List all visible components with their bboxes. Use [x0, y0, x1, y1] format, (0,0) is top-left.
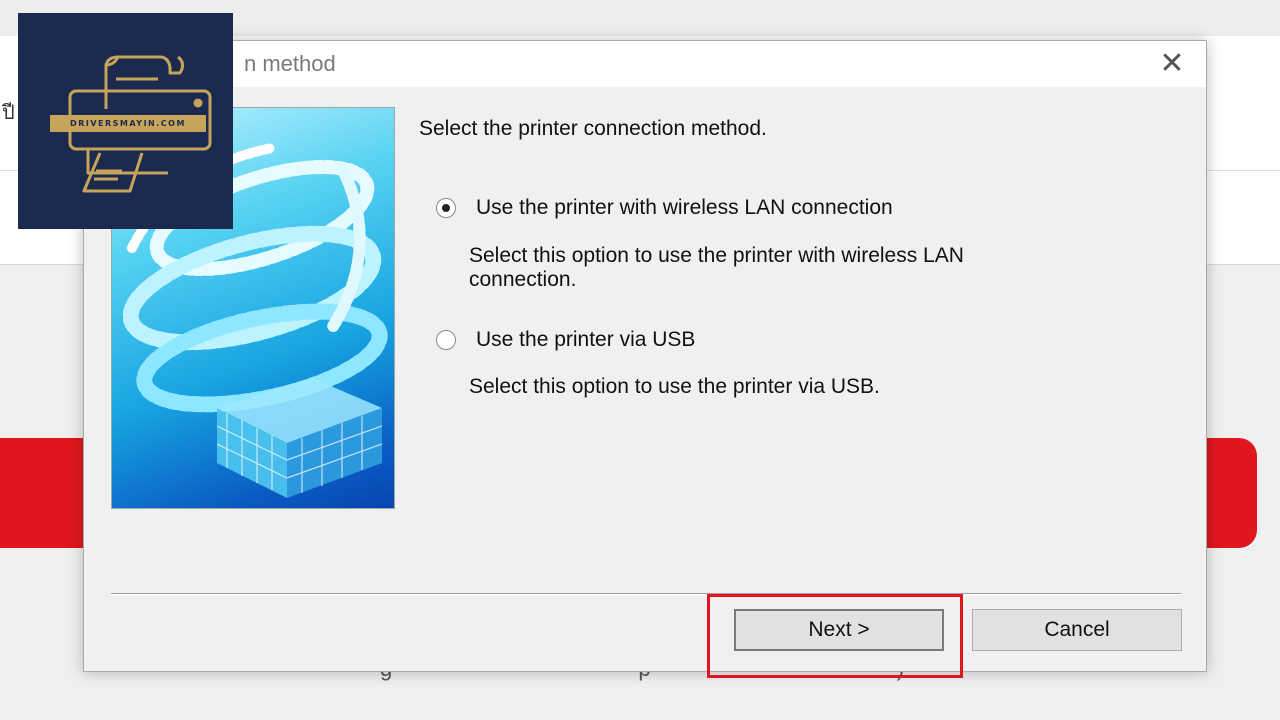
watermark-ribbon: DRIVERSMAYIN.COM: [50, 115, 206, 132]
dialog-titlebar: n method ✕: [84, 41, 1206, 87]
option-wireless-lan-label: Use the printer with wireless LAN connec…: [476, 196, 893, 219]
option-usb[interactable]: Use the printer via USB: [436, 328, 695, 352]
connection-method-dialog: n method ✕ Select the printer connection…: [83, 40, 1207, 672]
option-usb-description: Select this option to use the printer vi…: [469, 375, 1109, 399]
radio-wireless-lan[interactable]: [436, 198, 456, 218]
option-wireless-lan-description-line1: Select this option to use the printer wi…: [469, 244, 964, 267]
background-glyph: ปี: [2, 102, 15, 124]
dialog-title: n method: [244, 51, 336, 76]
option-wireless-lan-description: Select this option to use the printer wi…: [469, 244, 1109, 292]
option-usb-label: Use the printer via USB: [476, 328, 696, 351]
option-wireless-lan[interactable]: Use the printer with wireless LAN connec…: [436, 196, 893, 220]
intro-text: Select the printer connection method.: [419, 117, 767, 140]
radio-usb[interactable]: [436, 330, 456, 350]
button-separator-highlight: [111, 594, 1181, 595]
next-button[interactable]: Next >: [734, 609, 944, 651]
option-wireless-lan-description-line2: connection.: [469, 268, 577, 291]
option-usb-description-line1: Select this option to use the printer vi…: [469, 375, 880, 398]
watermark-text: DRIVERSMAYIN.COM: [70, 119, 186, 128]
close-icon[interactable]: ✕: [1152, 47, 1192, 81]
cancel-button[interactable]: Cancel: [972, 609, 1182, 651]
watermark-logo: DRIVERSMAYIN.COM: [18, 13, 233, 229]
